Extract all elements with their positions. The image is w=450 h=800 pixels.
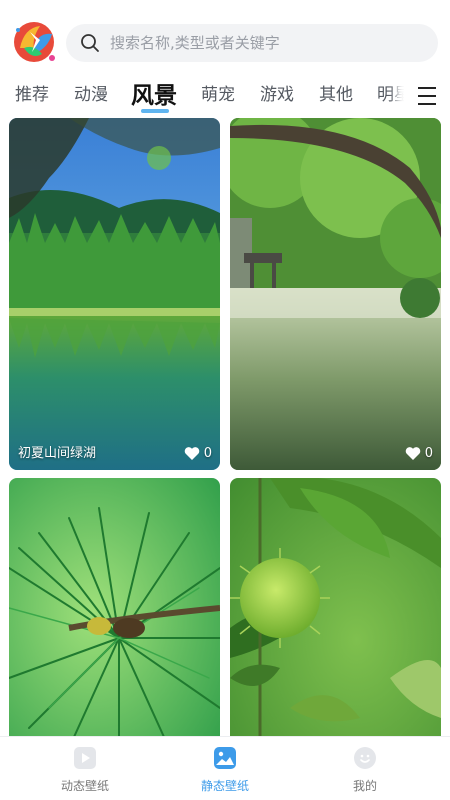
wallpaper-image (230, 118, 441, 470)
active-tab-indicator (141, 109, 169, 113)
like-counter[interactable]: 0 (405, 446, 433, 461)
like-count: 0 (424, 446, 433, 461)
wallpaper-card[interactable] (9, 478, 220, 736)
search-input[interactable] (110, 34, 410, 52)
nav-static-wallpapers[interactable]: 静态壁纸 (170, 745, 280, 794)
play-icon (74, 747, 96, 769)
tab-recommended[interactable]: 推荐 (15, 80, 49, 105)
tab-other[interactable]: 其他 (319, 80, 353, 105)
wallpaper-image (9, 478, 220, 736)
wallpaper-title: 初夏山间绿湖 (18, 446, 97, 461)
wallpaper-image (230, 478, 441, 736)
tab-games[interactable]: 游戏 (260, 80, 294, 105)
app-header (0, 0, 450, 76)
tab-pets[interactable]: 萌宠 (201, 80, 235, 105)
search-icon (81, 34, 99, 52)
search-bar[interactable] (66, 24, 438, 62)
wallpaper-image (9, 118, 220, 470)
tab-scenery[interactable]: 风景 (131, 76, 177, 110)
menu-icon (418, 84, 436, 108)
wallpaper-grid: 初夏山间绿湖 0 0 (0, 116, 450, 736)
nav-label: 我的 (352, 779, 377, 793)
nav-label: 静态壁纸 (200, 779, 249, 793)
wallpaper-card[interactable]: 初夏山间绿湖 0 (9, 118, 220, 470)
heart-icon (405, 447, 420, 460)
nav-label: 动态壁纸 (60, 779, 109, 793)
tab-anime[interactable]: 动漫 (74, 80, 108, 105)
category-tabs: 推荐 动漫 风景 萌宠 游戏 其他 明星 (0, 76, 450, 116)
like-counter[interactable]: 0 (184, 446, 212, 461)
bottom-navigation: 动态壁纸 静态壁纸 我的 (0, 736, 450, 800)
image-icon (214, 747, 236, 769)
app-logo (10, 18, 58, 66)
wallpaper-card[interactable]: 0 (230, 118, 441, 470)
like-count: 0 (203, 446, 212, 461)
wallpaper-card[interactable] (230, 478, 441, 736)
category-menu-button[interactable] (404, 76, 450, 116)
heart-icon (184, 447, 199, 460)
nav-live-wallpapers[interactable]: 动态壁纸 (30, 745, 140, 794)
profile-icon (354, 747, 376, 769)
nav-profile[interactable]: 我的 (310, 745, 420, 794)
